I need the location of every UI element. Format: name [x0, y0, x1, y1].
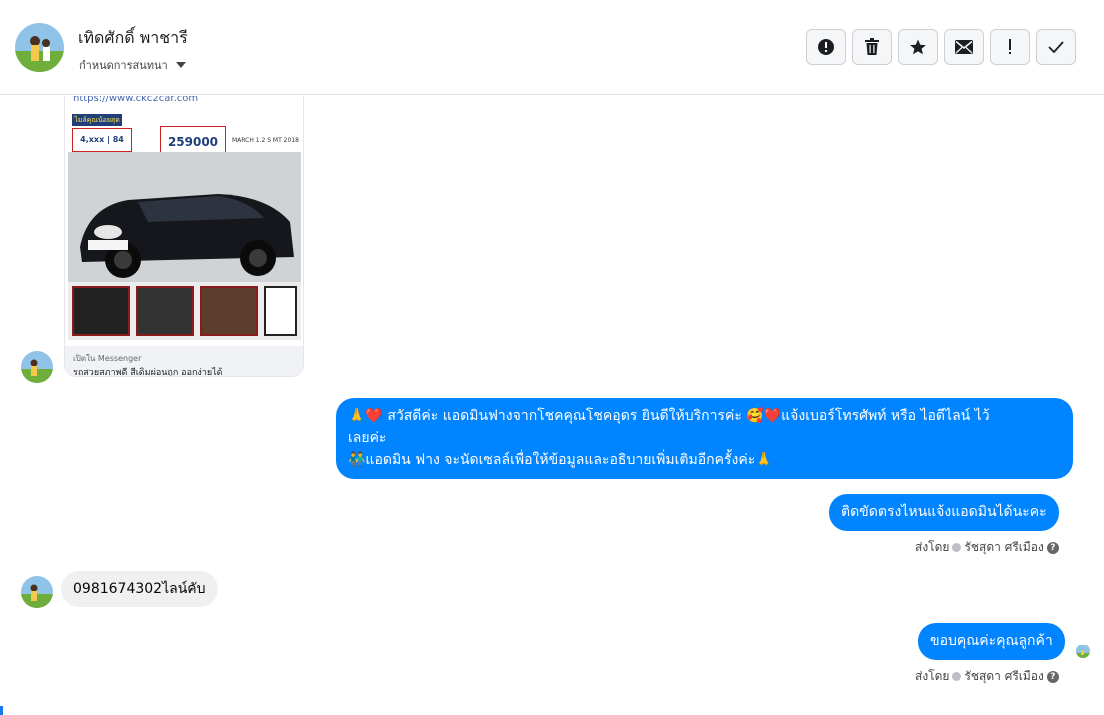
alert-circle-icon: [818, 39, 834, 55]
header-actions: [806, 29, 1076, 65]
assign-conversation-label: กำหนดการสนทนา: [79, 59, 168, 72]
message-line: 🙏❤️ สวัสดีค่ะ แอดมินฟางจากโชคคุณโชคอุดร …: [348, 408, 990, 424]
thumb-wheel: [136, 286, 194, 336]
help-icon[interactable]: ?: [1046, 670, 1059, 683]
thumb-front: [72, 286, 130, 336]
star-button[interactable]: [898, 29, 938, 65]
outgoing-message[interactable]: ติดขัดตรงไหนแจ้งแอดมินได้นะคะ: [829, 494, 1059, 531]
checkmark-icon: [1048, 41, 1064, 53]
car-photo: [68, 152, 301, 282]
email-button[interactable]: [944, 29, 984, 65]
trash-icon: [865, 38, 879, 55]
ad-price: 259000: [160, 126, 226, 154]
delete-button[interactable]: [852, 29, 892, 65]
sender-name: รัชสุดา ศรีเมือง: [964, 540, 1044, 554]
caret-down-icon: [175, 62, 186, 68]
assign-conversation-dropdown[interactable]: กำหนดการสนทนา: [79, 56, 186, 74]
seen-avatar: [1076, 644, 1090, 658]
message-text: 0981674302ไลน์คับ: [73, 581, 206, 597]
star-icon: [910, 39, 926, 55]
outgoing-message[interactable]: ขอบคุณค่ะคุณลูกค้า: [918, 623, 1065, 660]
agent-status-icon: [952, 543, 962, 552]
incoming-message[interactable]: 0981674302ไลน์คับ: [61, 571, 218, 607]
mark-done-button[interactable]: [1036, 29, 1076, 65]
important-button[interactable]: [990, 29, 1030, 65]
sent-by-label: ส่งโดย: [915, 540, 950, 554]
ad-card-footer[interactable]: เปิดใน Messenger รถสวยสภาพดี สีเดิมผ่อนถ…: [65, 346, 303, 377]
help-icon[interactable]: ?: [1046, 541, 1059, 554]
sender-avatar[interactable]: [21, 351, 53, 383]
message-line: 👬แอดมิน ฟาง จะนัดเซลล์เพื่อให้ข้อมูลและอ…: [348, 452, 773, 468]
open-in-messenger-label: เปิดใน Messenger: [73, 354, 142, 363]
contact-name: เทิดศักดิ์ พาชารี: [78, 28, 188, 47]
conversation-header: เทิดศักดิ์ พาชารี กำหนดการสนทนา: [0, 0, 1104, 95]
sent-by-info: ส่งโดย รัชสุดา ศรีเมือง ?: [915, 538, 1059, 557]
ad-description: รถสวยสภาพดี สีเดิมผ่อนถูก ออกง่ายได้: [73, 368, 223, 377]
ad-thumbnails: [68, 282, 301, 340]
mark-spam-button[interactable]: [806, 29, 846, 65]
sender-name: รัชสุดา ศรีเมือง: [964, 669, 1044, 683]
sender-avatar[interactable]: [21, 576, 53, 608]
outgoing-message[interactable]: 🙏❤️ สวัสดีค่ะ แอดมินฟางจากโชคคุณโชคอุดร …: [336, 398, 1073, 479]
window-edge: [0, 706, 3, 715]
envelope-icon: [955, 40, 973, 54]
sent-by-info: ส่งโดย รัชสุดา ศรีเมือง ?: [915, 667, 1059, 686]
thumb-seller-logo: [264, 286, 297, 336]
ad-url[interactable]: https://www.ckc2car.com: [73, 96, 198, 104]
contact-avatar[interactable]: [15, 23, 64, 72]
shared-ad-card[interactable]: https://www.ckc2car.com ไมล์คุณน้อยสุด 4…: [64, 96, 304, 377]
exclamation-icon: [1009, 39, 1011, 54]
sent-by-label: ส่งโดย: [915, 669, 950, 683]
ad-image: ไมล์คุณน้อยสุด 4,xxx | 84 259000 MARCH 1…: [68, 110, 301, 340]
thumb-interior: [200, 286, 258, 336]
message-line: เลยค่ะ: [348, 430, 387, 446]
agent-status-icon: [952, 672, 962, 681]
ad-badge: ไมล์คุณน้อยสุด: [72, 114, 122, 126]
ad-mileage: 4,xxx | 84: [72, 128, 132, 152]
message-text: ขอบคุณค่ะคุณลูกค้า: [930, 633, 1053, 649]
ad-model-text: MARCH 1.2 S MT 2018: [232, 137, 299, 144]
message-text: ติดขัดตรงไหนแจ้งแอดมินได้นะคะ: [841, 504, 1047, 520]
